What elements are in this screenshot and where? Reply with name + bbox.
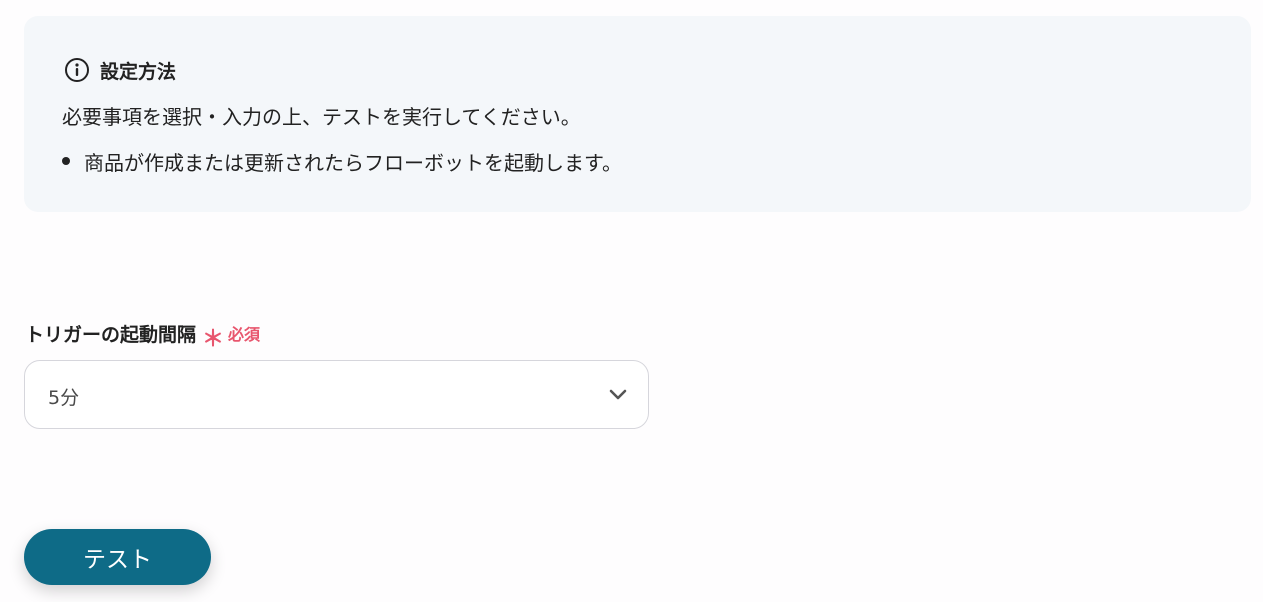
trigger-interval-select[interactable]: 5分 — [24, 360, 649, 429]
info-description: 必要事項を選択・入力の上、テストを実行してください。 — [62, 105, 581, 129]
info-title-row: 設定方法 — [64, 56, 176, 84]
required-asterisk: ＊ — [202, 327, 225, 352]
trigger-interval-selected-value: 5分 — [48, 387, 80, 409]
settings-page: 設定方法 必要事項を選択・入力の上、テストを実行してください。 商品が作成または… — [0, 0, 1263, 602]
info-title: 設定方法 — [100, 60, 177, 83]
info-panel: 設定方法 必要事項を選択・入力の上、テストを実行してください。 商品が作成または… — [24, 16, 1251, 212]
trigger-interval-label: トリガーの起動間隔 — [25, 323, 197, 346]
info-circle-icon — [64, 57, 90, 83]
chevron-down-icon[interactable] — [608, 387, 628, 401]
trigger-interval-label-row: トリガーの起動間隔 ＊ 必須 — [25, 318, 261, 353]
bullet-icon — [62, 157, 70, 165]
list-item-text: 商品が作成または更新されたらフローボットを起動します。 — [84, 151, 622, 175]
test-button[interactable]: テスト — [24, 529, 211, 585]
list-item: 商品が作成または更新されたらフローボットを起動します。 — [62, 147, 622, 176]
required-badge: 必須 — [228, 325, 261, 344]
info-list: 商品が作成または更新されたらフローボットを起動します。 — [62, 147, 622, 176]
